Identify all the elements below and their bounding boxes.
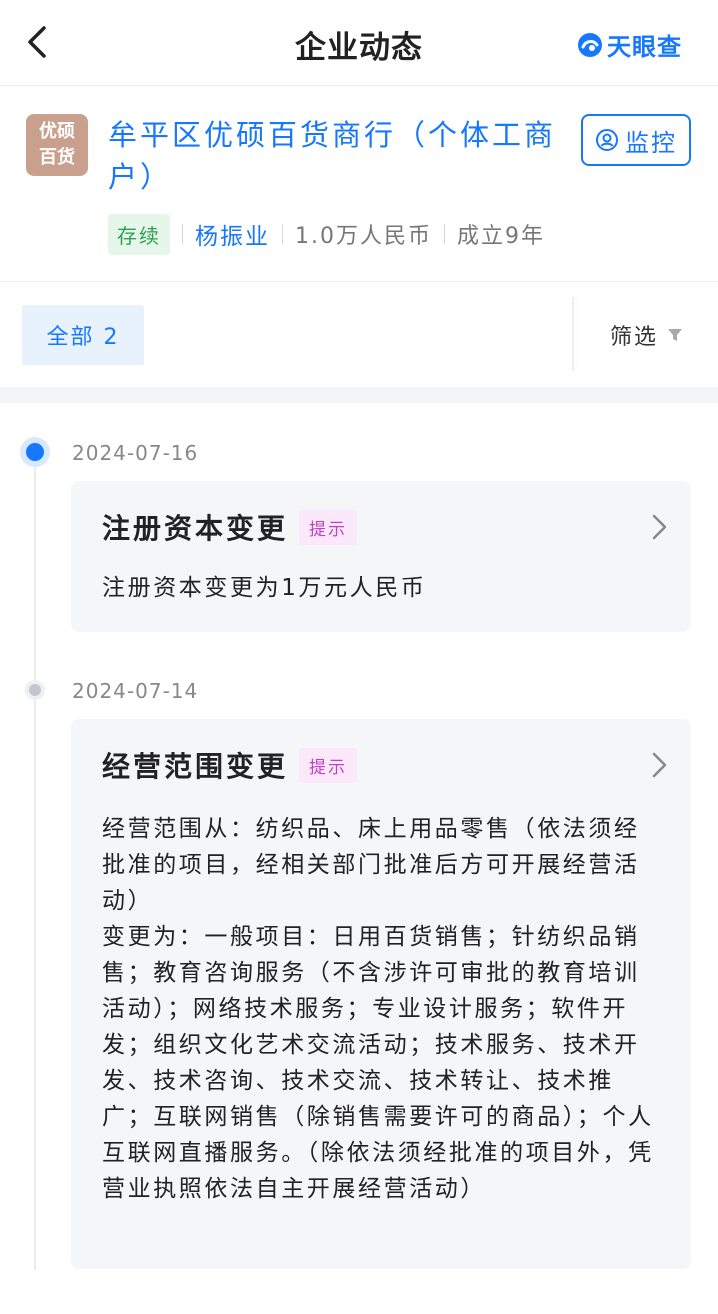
brand-icon <box>578 32 602 57</box>
hint-tag: 提示 <box>299 748 357 783</box>
filter-icon <box>668 329 683 341</box>
divider <box>182 224 183 244</box>
chevron-right-icon <box>652 514 667 540</box>
monitor-icon <box>596 129 618 151</box>
divider <box>572 297 574 371</box>
event-card[interactable]: 经营范围变更 提示 经营范围从：纺织品、床上用品零售（依法须经批准的项目，经相关… <box>71 719 691 1269</box>
company-name[interactable]: 牟平区优硕百货商行（个体工商户） <box>108 114 563 198</box>
event-date: 2024-07-14 <box>72 679 199 703</box>
status-badge: 存续 <box>108 213 170 255</box>
event-title: 经营范围变更 <box>102 750 289 783</box>
monitor-button[interactable]: 监控 <box>581 114 691 166</box>
brand-logo: 天眼查 <box>577 27 682 62</box>
divider <box>444 224 445 244</box>
timeline-line <box>34 460 36 1270</box>
event-title: 注册资本变更 <box>102 512 289 545</box>
event-date: 2024-07-16 <box>72 441 199 465</box>
divider <box>282 224 283 244</box>
legal-representative[interactable]: 杨振业 <box>195 217 270 251</box>
hint-tag: 提示 <box>299 510 357 545</box>
event-body: 经营范围从：纺织品、床上用品零售（依法须经批准的项目，经相关部门批准后方可开展经… <box>102 816 654 1202</box>
filter-label: 筛选 <box>610 325 659 350</box>
registered-capital: 1.0万人民币 <box>295 224 432 249</box>
filter-button[interactable]: 筛选 <box>610 319 684 351</box>
logo-line-2: 百货 <box>39 147 75 168</box>
tab-all[interactable]: 全部 2 <box>22 305 144 365</box>
section-gap <box>0 387 718 403</box>
nav-bar: 企业动态 天眼查 <box>0 0 718 86</box>
established-years: 成立9年 <box>457 224 545 249</box>
company-meta: 存续 杨振业 1.0万人民币 成立9年 <box>108 213 545 255</box>
brand-name: 天眼查 <box>607 33 682 61</box>
company-logo: 优硕 百货 <box>26 114 88 176</box>
timeline-dot <box>25 680 45 700</box>
filter-bar: 全部 2 筛选 <box>0 283 718 387</box>
logo-line-1: 优硕 <box>39 121 75 142</box>
event-body: 注册资本变更为1万元人民币 <box>102 575 427 601</box>
timeline-dot-active <box>20 437 50 467</box>
event-card[interactable]: 注册资本变更 提示 注册资本变更为1万元人民币 <box>71 481 691 632</box>
company-header: 优硕 百货 牟平区优硕百货商行（个体工商户） 监控 存续 杨振业 1.0万人民币… <box>0 86 718 282</box>
monitor-label: 监控 <box>625 128 677 157</box>
chevron-right-icon <box>652 752 667 778</box>
